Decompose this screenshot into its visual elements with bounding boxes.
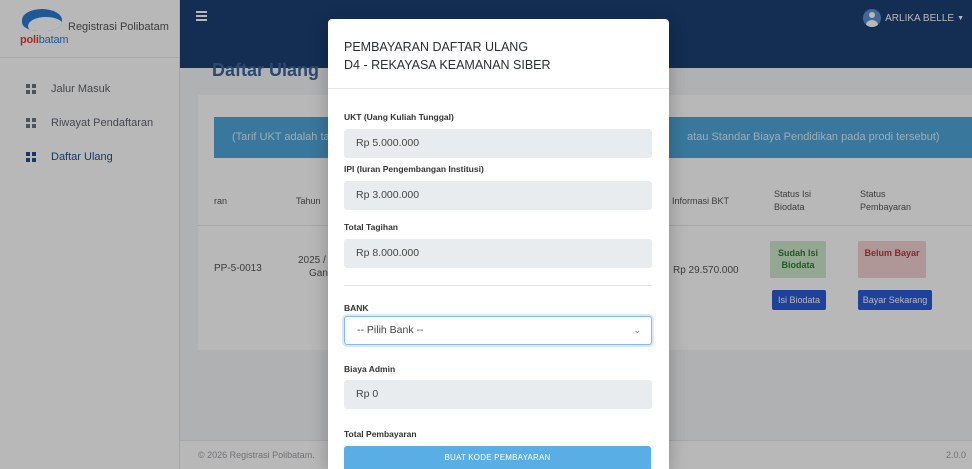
ipi-field: Rp 3.000.000 [344, 181, 652, 210]
chevron-down-icon: ⌄ [633, 325, 641, 335]
bank-select[interactable]: -- Pilih Bank -- ⌄ [344, 316, 652, 345]
total-tagihan-field: Rp 8.000.000 [344, 239, 652, 268]
modal-subtitle: D4 - REKAYASA KEAMANAN SIBER [344, 58, 551, 72]
biaya-admin-label: Biaya Admin [344, 364, 396, 374]
payment-modal: PEMBAYARAN DAFTAR ULANG D4 - REKAYASA KE… [328, 19, 669, 469]
biaya-admin-field: Rp 0 [344, 380, 652, 409]
modal-title: PEMBAYARAN DAFTAR ULANG [344, 40, 529, 54]
total-pembayaran-label: Total Pembayaran [344, 429, 417, 439]
bank-label: BANK [344, 303, 369, 313]
modal-header: PEMBAYARAN DAFTAR ULANG D4 - REKAYASA KE… [328, 19, 669, 89]
ukt-label: UKT (Uang Kuliah Tunggal) [344, 112, 454, 122]
buat-kode-pembayaran-button[interactable]: BUAT KODE PEMBAYARAN [344, 446, 651, 469]
ukt-field: Rp 5.000.000 [344, 129, 652, 158]
page-title: Daftar Ulang [212, 60, 320, 80]
divider [344, 285, 652, 286]
bank-select-value: -- Pilih Bank -- [357, 324, 424, 336]
total-tagihan-label: Total Tagihan [344, 222, 398, 232]
ipi-label: IPI (Iuran Pengembangan Institusi) [344, 164, 484, 174]
